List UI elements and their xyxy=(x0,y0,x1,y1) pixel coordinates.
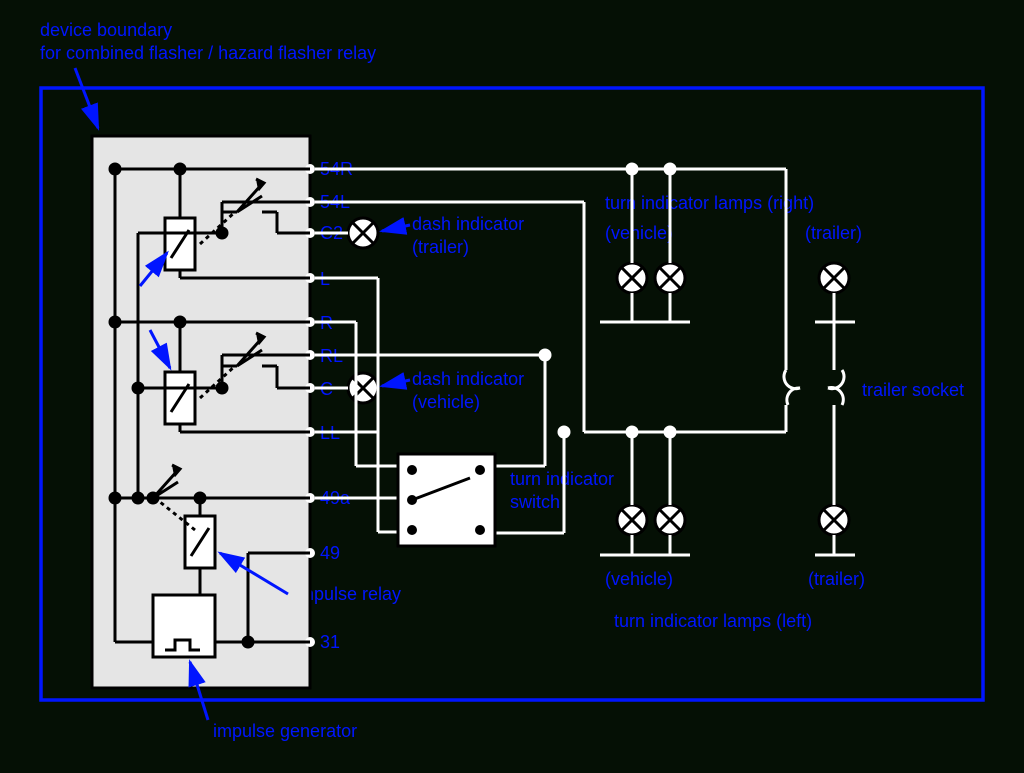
circuit-diagram xyxy=(0,0,1024,773)
